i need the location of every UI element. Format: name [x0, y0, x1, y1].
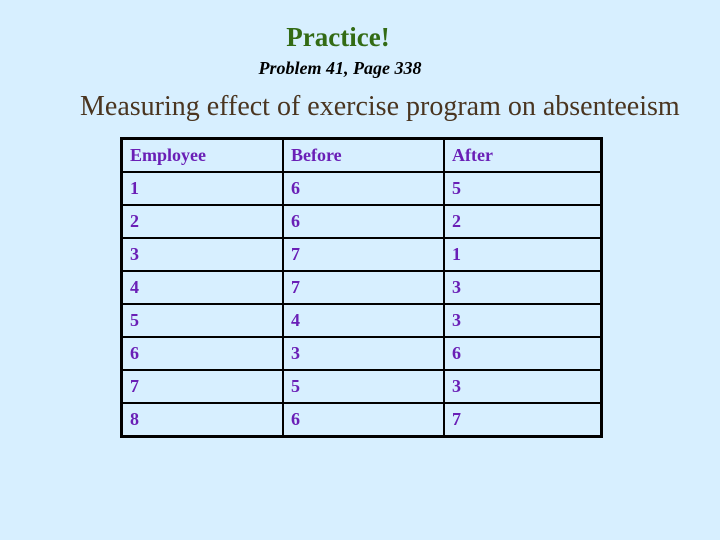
table-row: 636 — [120, 336, 603, 371]
table-row: 473 — [120, 270, 603, 305]
after-cell: 3 — [443, 303, 603, 338]
before-cell: 4 — [282, 303, 445, 338]
header-employee: Employee — [120, 137, 284, 173]
employee-cell: 7 — [120, 369, 284, 404]
before-cell: 5 — [282, 369, 445, 404]
absenteeism-table: Employee Before After 165262371473543636… — [120, 137, 603, 438]
before-cell: 7 — [282, 270, 445, 305]
before-cell: 6 — [282, 402, 445, 438]
after-cell: 2 — [443, 204, 603, 239]
before-cell: 6 — [282, 204, 445, 239]
employee-cell: 2 — [120, 204, 284, 239]
employee-cell: 4 — [120, 270, 284, 305]
before-cell: 6 — [282, 171, 445, 206]
slide-subtitle: Problem 41, Page 338 — [258, 58, 422, 78]
table-row: 867 — [120, 402, 603, 438]
after-cell: 3 — [443, 270, 603, 305]
table-row: 165 — [120, 171, 603, 206]
header-before: Before — [282, 137, 445, 173]
slide-heading: Measuring effect of exercise program on … — [80, 91, 680, 122]
employee-cell: 3 — [120, 237, 284, 272]
employee-cell: 1 — [120, 171, 284, 206]
slide-title: Practice! — [286, 22, 390, 52]
after-cell: 5 — [443, 171, 603, 206]
table-row: 371 — [120, 237, 603, 272]
table-header-row: Employee Before After — [120, 137, 603, 173]
employee-cell: 5 — [120, 303, 284, 338]
before-cell: 3 — [282, 336, 445, 371]
after-cell: 3 — [443, 369, 603, 404]
header-after: After — [443, 137, 603, 173]
after-cell: 7 — [443, 402, 603, 438]
employee-cell: 8 — [120, 402, 284, 438]
employee-cell: 6 — [120, 336, 284, 371]
after-cell: 1 — [443, 237, 603, 272]
after-cell: 6 — [443, 336, 603, 371]
table-row: 753 — [120, 369, 603, 404]
before-cell: 7 — [282, 237, 445, 272]
table-row: 543 — [120, 303, 603, 338]
table-row: 262 — [120, 204, 603, 239]
